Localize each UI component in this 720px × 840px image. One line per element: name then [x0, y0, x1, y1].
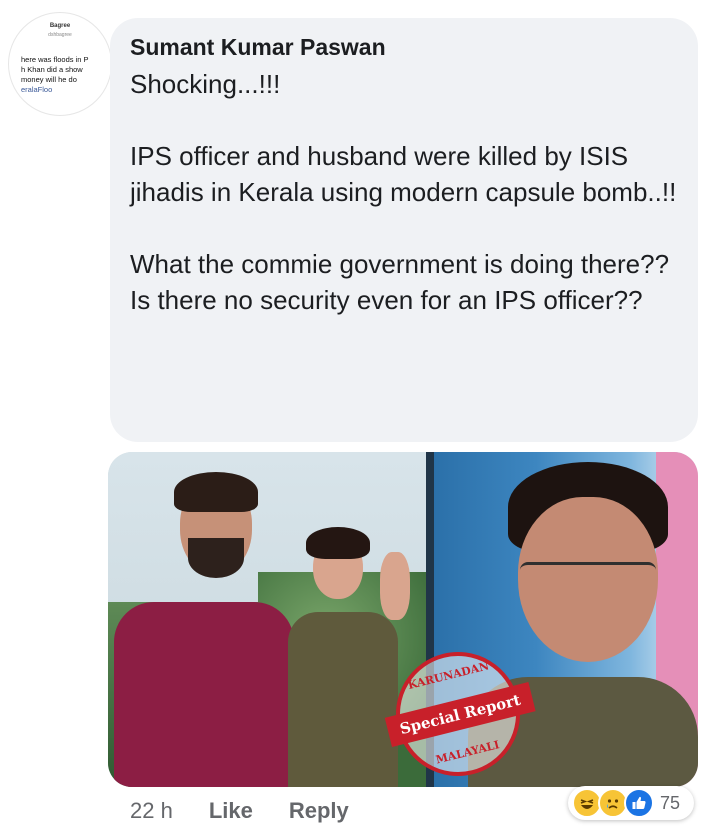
comment-actions: 22 h Like Reply — [130, 796, 349, 826]
comment-attached-image[interactable]: KARUNADAN Special Report MALAYALI — [108, 452, 698, 787]
comment-line: What the commie government is doing ther… — [130, 249, 670, 279]
avatar-thumbnail-hashtag: eralaFloo — [21, 85, 53, 94]
avatar-thumbnail-text: here was floods in P h Khan did a show m… — [21, 55, 105, 95]
image-man-beard — [188, 538, 244, 578]
avatar-thumbnail-line: money will he do — [21, 75, 77, 84]
image-man-hair — [174, 472, 258, 512]
avatar-thumbnail-name: Bagree — [49, 23, 71, 29]
comment-body: Shocking...!!! IPS officer and husband w… — [130, 66, 680, 318]
image-man-shirt — [114, 602, 294, 787]
comment-line: IPS officer and husband were killed by I… — [130, 141, 677, 207]
image-officer-waving-hand — [380, 552, 410, 620]
avatar-thumbnail-handle: dshbagree — [48, 32, 72, 38]
reactions-summary[interactable]: 75 — [568, 786, 694, 820]
comment-line: Shocking...!!! — [130, 69, 281, 99]
avatar-thumbnail-line: here was floods in P — [21, 55, 89, 64]
like-icon — [624, 788, 654, 818]
reaction-count: 75 — [660, 792, 681, 813]
image-officer-hair — [306, 527, 370, 559]
image-officer-glasses — [520, 562, 656, 595]
reply-button[interactable]: Reply — [289, 798, 349, 824]
image-officer-uniform — [288, 612, 398, 787]
avatar-thumbnail-line: h Khan did a show — [21, 65, 83, 74]
comment-line: Is there no security even for an IPS off… — [130, 285, 643, 315]
comment-timestamp[interactable]: 22 h — [130, 798, 173, 824]
like-button[interactable]: Like — [209, 798, 253, 824]
comment-bubble: Sumant Kumar Paswan Shocking...!!! IPS o… — [110, 18, 698, 442]
comment-author-name[interactable]: Sumant Kumar Paswan — [130, 34, 386, 61]
commenter-avatar[interactable]: Bagree dshbagree here was floods in P h … — [8, 12, 112, 116]
